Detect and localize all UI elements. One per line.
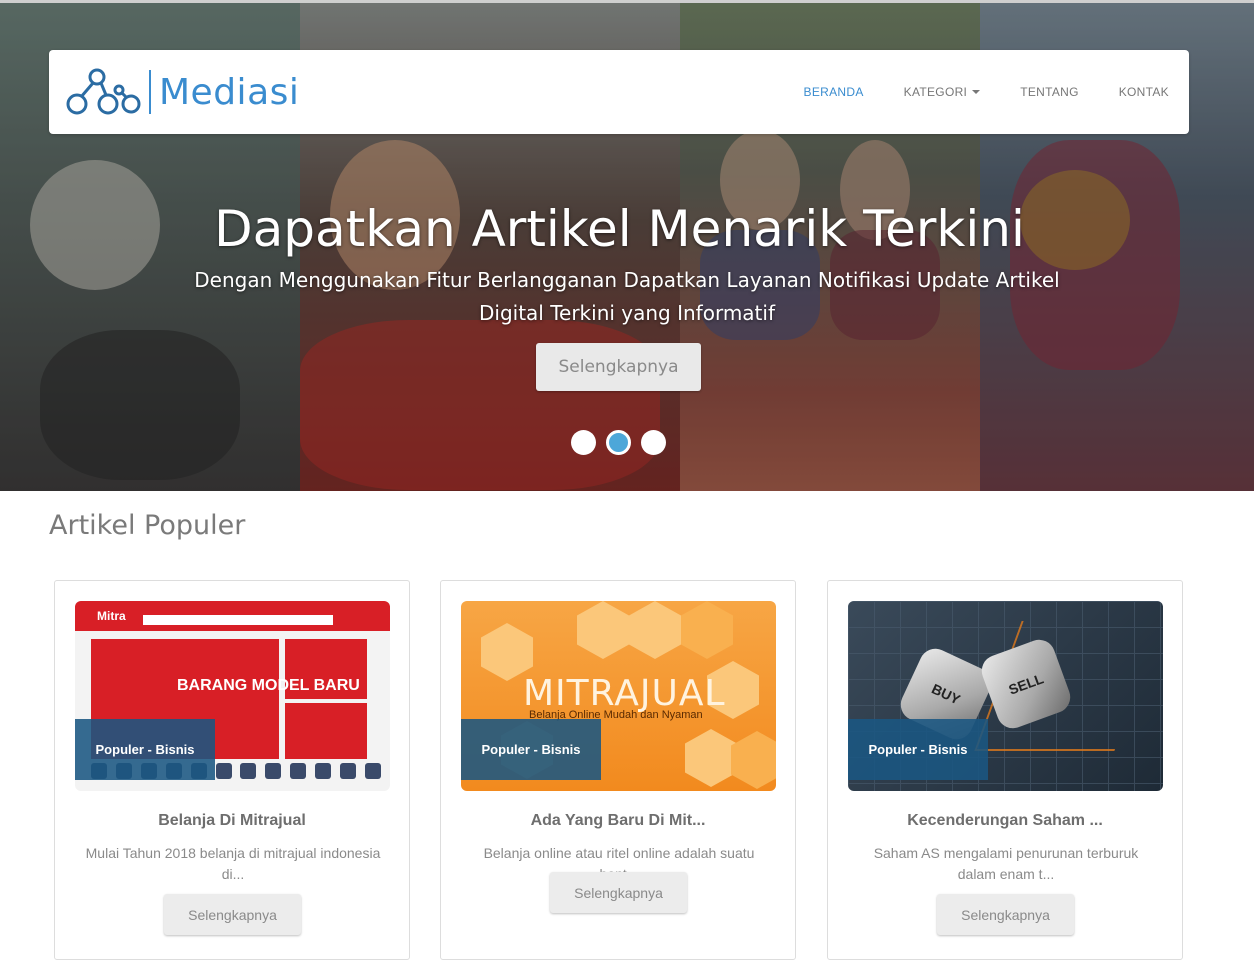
read-more-button[interactable]: Selengkapnya (550, 872, 687, 913)
navbar: Mediasi BERANDA KATEGORI TENTANG KONTAK (49, 50, 1189, 134)
read-more-button[interactable]: Selengkapnya (164, 894, 301, 935)
main-nav: BERANDA KATEGORI TENTANG KONTAK (784, 50, 1189, 134)
article-title[interactable]: Kecenderungan Saham ... (828, 812, 1182, 830)
hero-title: Dapatkan Artikel Menarik Terkini (214, 200, 1025, 258)
article-excerpt: Saham AS mengalami penurunan terburuk da… (873, 845, 1139, 882)
nav-label: KONTAK (1118, 85, 1169, 99)
carousel-dot-3[interactable] (641, 430, 666, 455)
article-thumbnail[interactable]: Mitra BARANG MODEL BARU Populer - Bisnis (75, 601, 390, 791)
read-more-button[interactable]: Selengkapnya (937, 894, 1074, 935)
thumb-brand-text: Mitra (97, 609, 126, 623)
section-title: Artikel Populer (49, 510, 246, 541)
hero-subtitle: Dengan Menggunakan Fitur Berlangganan Da… (194, 268, 1060, 325)
nav-label: KATEGORI (903, 85, 968, 99)
article-card: MITRAJUAL Belanja Online Mudah dan Nyama… (440, 580, 796, 960)
hero-read-more-button[interactable]: Selengkapnya (536, 343, 701, 391)
hero-caption: Dapatkan Artikel Menarik Terkini Dengan … (0, 200, 1254, 330)
article-card: BUY SELL Populer - Bisnis Kecenderungan … (827, 580, 1183, 960)
nav-item-tentang[interactable]: TENTANG (1000, 85, 1099, 99)
article-card: Mitra BARANG MODEL BARU Populer - Bisnis… (54, 580, 410, 960)
category-badge[interactable]: Populer - Bisnis (461, 719, 601, 780)
article-title[interactable]: Ada Yang Baru Di Mit... (441, 812, 795, 830)
nav-item-beranda[interactable]: BERANDA (784, 85, 884, 99)
carousel-dot-1[interactable] (571, 430, 596, 455)
nav-label: BERANDA (803, 85, 864, 99)
category-badge[interactable]: Populer - Bisnis (848, 719, 988, 780)
network-nodes-icon (66, 68, 141, 115)
nav-item-kontak[interactable]: KONTAK (1099, 85, 1189, 99)
nav-label: TENTANG (1020, 85, 1079, 99)
top-line (0, 0, 1254, 3)
carousel-indicators (571, 430, 666, 455)
carousel-dot-2[interactable] (606, 430, 631, 455)
nav-item-kategori-dropdown[interactable]: KATEGORI (884, 85, 1001, 99)
thumb-word: MITRAJUAL (523, 673, 726, 714)
article-thumbnail[interactable]: MITRAJUAL Belanja Online Mudah dan Nyama… (461, 601, 776, 791)
caret-down-icon (972, 90, 981, 94)
thumb-headline: BARANG MODEL BARU (177, 677, 360, 694)
category-badge[interactable]: Populer - Bisnis (75, 719, 215, 780)
brand-logo-link[interactable]: Mediasi (65, 66, 299, 118)
brand-name: Mediasi (159, 71, 300, 113)
article-title[interactable]: Belanja Di Mitrajual (55, 812, 409, 830)
article-thumbnail[interactable]: BUY SELL Populer - Bisnis (848, 601, 1163, 791)
brand-separator (149, 70, 151, 114)
article-excerpt: Mulai Tahun 2018 belanja di mitrajual in… (85, 845, 381, 882)
